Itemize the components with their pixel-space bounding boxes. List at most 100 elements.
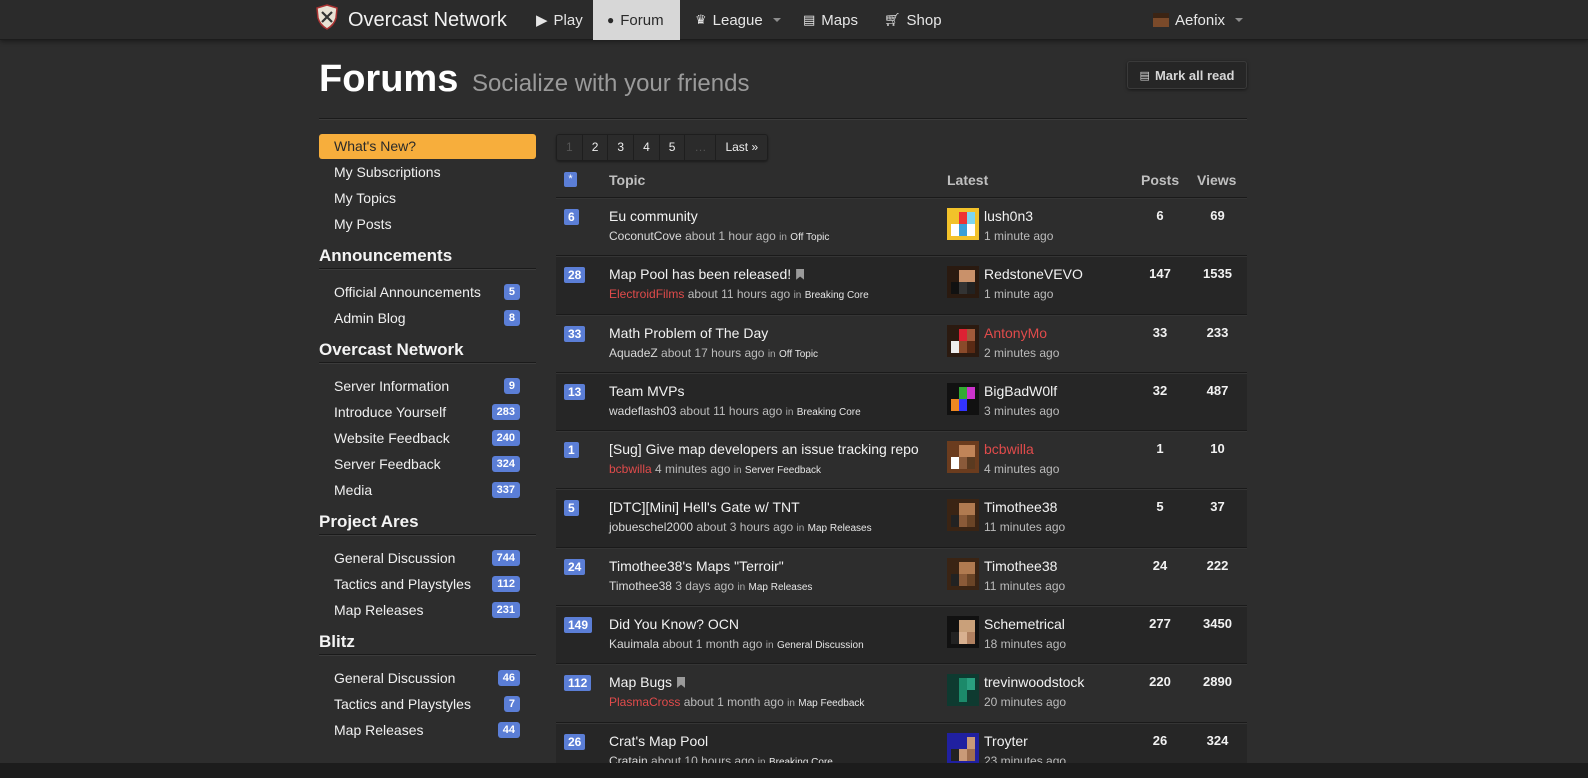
topic-title-link[interactable]: Crat's Map Pool	[609, 733, 708, 749]
topic-row[interactable]: 24 Timothee38's Maps "Terroir" Timothee3…	[556, 548, 1247, 607]
topic-title-link[interactable]: Did You Know? OCN	[609, 616, 739, 632]
brand-link[interactable]: Overcast Network	[315, 0, 507, 40]
sidebar-item-ares-map-releases[interactable]: Map Releases 231	[319, 597, 536, 623]
latest-user-link[interactable]: Timothee38	[984, 558, 1057, 574]
topic-author-link[interactable]: CoconutCove	[609, 229, 682, 243]
latest-user-avatar[interactable]	[947, 324, 979, 357]
page-last[interactable]: Last »	[716, 135, 768, 160]
topic-title-link[interactable]: Team MVPs	[609, 383, 684, 399]
topic-author-link[interactable]: PlasmaCross	[609, 695, 680, 709]
nav-shop[interactable]: 🛒︎ Shop	[884, 0, 942, 40]
topic-title-link[interactable]: Map Bugs	[609, 674, 686, 690]
topic-row[interactable]: 33 Math Problem of The Day AquadeZ about…	[556, 315, 1247, 373]
nav-league[interactable]: ♛ League	[695, 0, 781, 40]
latest-user-link[interactable]: bcbwilla	[984, 441, 1034, 457]
topic-author-link[interactable]: wadeflash03	[609, 404, 676, 418]
post-count-badge[interactable]: 149	[564, 617, 593, 634]
topic-forum-link[interactable]: Map Releases	[808, 523, 872, 534]
topic-author-link[interactable]: jobueschel2000	[609, 520, 693, 534]
unread-star-badge[interactable]: *	[564, 172, 577, 187]
topic-row[interactable]: 5 [DTC][Mini] Hell's Gate w/ TNT jobuesc…	[556, 489, 1247, 548]
sidebar-item-blitz-tactics[interactable]: Tactics and Playstyles 7	[319, 691, 536, 717]
latest-user-link[interactable]: Timothee38	[984, 499, 1057, 515]
topic-author-link[interactable]: AquadeZ	[609, 346, 658, 360]
latest-user-avatar[interactable]	[947, 732, 979, 765]
topic-forum-link[interactable]: Breaking Core	[805, 290, 869, 301]
latest-user-link[interactable]: Schemetrical	[984, 616, 1065, 632]
topic-forum-link[interactable]: Server Feedback	[745, 465, 821, 476]
topic-row[interactable]: 1 [Sug] Give map developers an issue tra…	[556, 431, 1247, 490]
sidebar-item-ares-general[interactable]: General Discussion 744	[319, 545, 536, 571]
post-count-badge[interactable]: 5	[564, 500, 579, 517]
latest-user-avatar[interactable]	[947, 441, 979, 474]
post-count-badge[interactable]: 24	[564, 558, 586, 575]
latest-user-avatar[interactable]	[947, 208, 979, 240]
topic-forum-link[interactable]: General Discussion	[777, 640, 864, 651]
topic-forum-link[interactable]: Map Feedback	[798, 698, 864, 709]
latest-user-link[interactable]: Troyter	[984, 733, 1028, 749]
sidebar-item-blitz-map-releases[interactable]: Map Releases 44	[319, 717, 536, 743]
latest-user-avatar[interactable]	[947, 266, 979, 299]
sidebar-item-website-feedback[interactable]: Website Feedback 240	[319, 425, 536, 451]
nav-maps[interactable]: ▤ Maps	[803, 0, 858, 40]
latest-user-avatar[interactable]	[947, 557, 979, 590]
bookmark-icon	[796, 268, 805, 280]
post-count-badge[interactable]: 1	[564, 442, 579, 459]
topic-row[interactable]: 6 Eu community CoconutCove about 1 hour …	[556, 198, 1247, 257]
sidebar-item-subscriptions[interactable]: My Subscriptions	[319, 159, 536, 185]
latest-user-avatar[interactable]	[947, 382, 979, 415]
user-menu[interactable]: Aefonix	[1153, 0, 1244, 40]
page-5[interactable]: 5	[659, 135, 686, 160]
sidebar-item-blitz-general[interactable]: General Discussion 46	[319, 665, 536, 691]
post-count-badge[interactable]: 13	[564, 383, 586, 400]
topic-title-link[interactable]: [DTC][Mini] Hell's Gate w/ TNT	[609, 499, 800, 515]
post-count-badge[interactable]: 28	[564, 267, 586, 284]
sidebar-item-server-information[interactable]: Server Information 9	[319, 373, 536, 399]
latest-user-link[interactable]: lush0n3	[984, 208, 1033, 224]
nav-forum[interactable]: ● Forum	[593, 0, 680, 40]
nav-play[interactable]: ▶ Play	[536, 0, 583, 40]
latest-user-avatar[interactable]	[947, 616, 979, 649]
page-4[interactable]: 4	[634, 135, 660, 160]
sidebar-item-posts[interactable]: My Posts	[319, 211, 536, 237]
topic-title-link[interactable]: Math Problem of The Day	[609, 325, 768, 341]
sidebar-item-whats-new[interactable]: What's New?	[319, 134, 536, 159]
topic-row[interactable]: 13 Team MVPs wadeflash03 about 11 hours …	[556, 372, 1247, 432]
topic-title-link[interactable]: Eu community	[609, 208, 698, 224]
topic-forum-link[interactable]: Off Topic	[779, 349, 818, 360]
latest-user-link[interactable]: BigBadW0lf	[984, 383, 1057, 399]
latest-user-link[interactable]: AntonyMo	[984, 325, 1047, 341]
topic-row[interactable]: 112 Map Bugs PlasmaCross about 1 month a…	[556, 664, 1247, 723]
topic-author-link[interactable]: ElectroidFilms	[609, 287, 684, 301]
topic-row[interactable]: 149 Did You Know? OCN Kauimala about 1 m…	[556, 606, 1247, 665]
latest-user-link[interactable]: RedstoneVEVO	[984, 266, 1083, 282]
post-count-badge[interactable]: 33	[564, 325, 586, 342]
post-count-badge[interactable]: 26	[564, 733, 586, 750]
topic-forum-link[interactable]: Off Topic	[790, 232, 829, 243]
topic-title-link[interactable]: [Sug] Give map developers an issue track…	[609, 441, 919, 457]
latest-user-avatar[interactable]	[947, 499, 979, 532]
topic-author-link[interactable]: Kauimala	[609, 637, 659, 651]
topic-author-link[interactable]: bcbwilla	[609, 462, 652, 476]
topic-forum-link[interactable]: Breaking Core	[797, 407, 861, 418]
topic-author-link[interactable]: Timothee38	[609, 579, 672, 593]
sidebar-item-admin-blog[interactable]: Admin Blog 8	[319, 305, 536, 331]
topic-title-link[interactable]: Timothee38's Maps "Terroir"	[609, 558, 784, 574]
sidebar-item-introduce-yourself[interactable]: Introduce Yourself 283	[319, 399, 536, 425]
mark-all-read-button[interactable]: ▤ Mark all read	[1127, 61, 1247, 89]
latest-user-avatar[interactable]	[947, 674, 979, 707]
posts-count: 147	[1149, 266, 1171, 282]
latest-user-link[interactable]: trevinwoodstock	[984, 674, 1084, 690]
topic-title-link[interactable]: Map Pool has been released!	[609, 266, 805, 282]
page-2[interactable]: 2	[582, 135, 609, 160]
sidebar-item-topics[interactable]: My Topics	[319, 185, 536, 211]
topic-row[interactable]: 28 Map Pool has been released! Electroid…	[556, 256, 1247, 315]
page-3[interactable]: 3	[608, 135, 635, 160]
topic-forum-link[interactable]: Map Releases	[748, 582, 812, 593]
sidebar-item-official-announcements[interactable]: Official Announcements 5	[319, 279, 536, 305]
post-count-badge[interactable]: 112	[564, 675, 592, 692]
sidebar-item-media[interactable]: Media 337	[319, 477, 536, 503]
sidebar-item-ares-tactics[interactable]: Tactics and Playstyles 112	[319, 571, 536, 597]
sidebar-item-server-feedback[interactable]: Server Feedback 324	[319, 451, 536, 477]
post-count-badge[interactable]: 6	[564, 209, 579, 225]
